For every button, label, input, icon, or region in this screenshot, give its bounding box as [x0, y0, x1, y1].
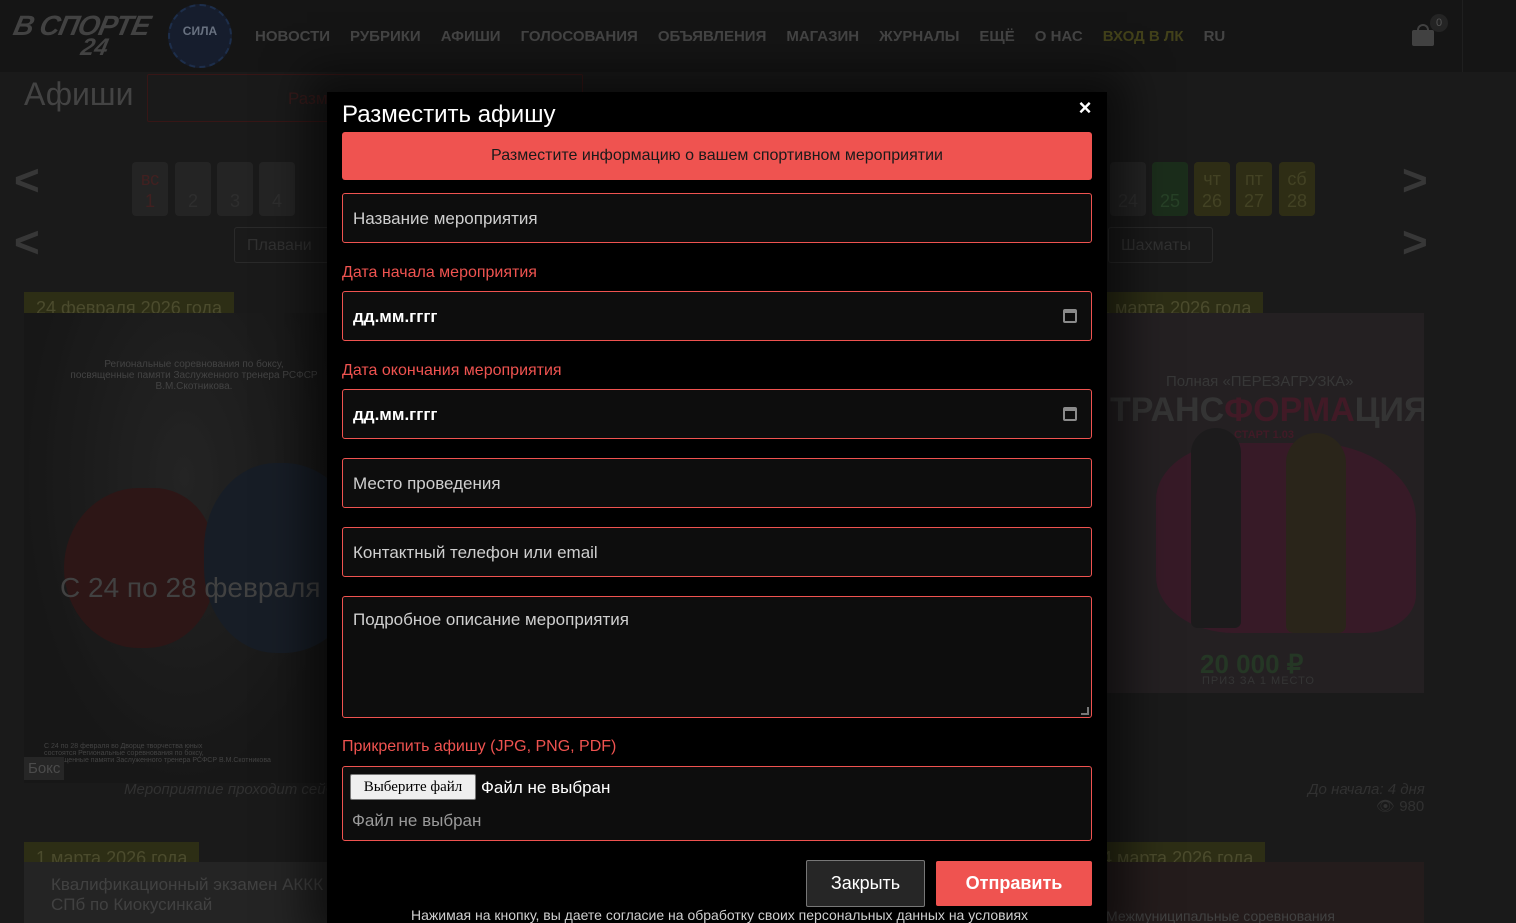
consent-text: Нажимая на кнопку, вы даете согласие на …	[411, 907, 1029, 923]
file-status: Файл не выбран	[481, 778, 611, 797]
calendar-icon[interactable]	[1063, 407, 1077, 421]
start-date-label: Дата начала мероприятия	[342, 264, 537, 281]
contact-input[interactable]: Контактный телефон или email	[342, 527, 1092, 577]
calendar-icon[interactable]	[1063, 309, 1077, 323]
post-poster-modal: Разместить афишу × Разместите информацию…	[327, 92, 1107, 923]
info-banner: Разместите информацию о вашем спортивном…	[342, 132, 1092, 180]
description-placeholder: Подробное описание мероприятия	[353, 610, 629, 629]
file-upload-box: Выберите файл Файл не выбран Файл не выб…	[342, 766, 1092, 841]
start-date-input[interactable]: дд.мм.гггг	[342, 291, 1092, 341]
file-label: Прикрепить афишу (JPG, PNG, PDF)	[342, 738, 617, 755]
modal-title: Разместить афишу	[342, 101, 556, 128]
close-icon[interactable]: ×	[1075, 97, 1095, 119]
end-date-label: Дата окончания мероприятия	[342, 362, 562, 379]
send-button[interactable]: Отправить	[936, 861, 1092, 906]
choose-file-button[interactable]: Выберите файл	[350, 774, 476, 800]
description-textarea[interactable]: Подробное описание мероприятия	[342, 596, 1092, 718]
resize-handle-icon[interactable]	[1081, 707, 1089, 715]
end-date-value: дд.мм.гггг	[353, 405, 438, 424]
end-date-input[interactable]: дд.мм.гггг	[342, 389, 1092, 439]
file-hint: Файл не выбран	[352, 811, 482, 830]
start-date-value: дд.мм.гггг	[353, 307, 438, 326]
venue-input[interactable]: Место проведения	[342, 458, 1092, 508]
event-name-input[interactable]: Название мероприятия	[342, 193, 1092, 243]
close-button[interactable]: Закрыть	[806, 860, 925, 907]
